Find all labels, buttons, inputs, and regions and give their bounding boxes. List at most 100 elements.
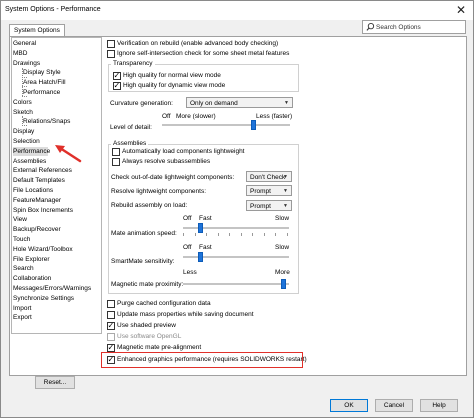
smartmate-right-label: Slow bbox=[275, 244, 290, 251]
nav-item[interactable]: Backup/Recover bbox=[13, 225, 61, 234]
check-out-of-date-value: Don't Check bbox=[250, 174, 286, 181]
window-title: System Options - Performance bbox=[5, 6, 101, 13]
resolve-lightweight-label: Resolve lightweight components: bbox=[111, 188, 207, 195]
ignore-self-intersection-label: Ignore self-intersection check for some … bbox=[117, 50, 290, 57]
nav-item[interactable]: General bbox=[13, 39, 36, 48]
rebuild-on-load-dropdown[interactable]: Prompt ▼ bbox=[246, 200, 292, 211]
chevron-down-icon: ▼ bbox=[283, 188, 288, 194]
nav-item[interactable]: Search bbox=[13, 264, 34, 273]
nav-item[interactable]: File Explorer bbox=[13, 255, 49, 264]
purge-cache-checkbox[interactable] bbox=[107, 300, 115, 308]
search-icon bbox=[366, 22, 375, 31]
verification-label: Verification on rebuild (enable advanced… bbox=[117, 40, 279, 47]
nav-item[interactable]: Touch bbox=[13, 235, 30, 244]
magnetic-right-label: More bbox=[275, 269, 290, 276]
nav-item[interactable]: Performance bbox=[23, 88, 60, 97]
nav-item[interactable]: Synchronize Settings bbox=[13, 294, 74, 303]
lod-slider-thumb[interactable] bbox=[250, 120, 256, 130]
nav-item[interactable]: File Locations bbox=[13, 186, 53, 195]
help-button[interactable]: Help bbox=[420, 399, 458, 412]
nav-item[interactable]: Spin Box Increments bbox=[13, 206, 73, 215]
software-opengl-checkbox[interactable] bbox=[107, 333, 115, 341]
chevron-down-icon: ▼ bbox=[283, 203, 288, 209]
nav-item[interactable]: Selection bbox=[13, 137, 40, 146]
nav-item[interactable]: MBD bbox=[13, 49, 27, 58]
lod-label: Level of detail: bbox=[110, 124, 152, 131]
nav-item[interactable]: Sketch bbox=[13, 108, 33, 117]
nav-item[interactable]: Relations/Snaps bbox=[23, 117, 70, 126]
smartmate-slider-thumb[interactable] bbox=[198, 252, 204, 262]
slider-tick bbox=[240, 233, 242, 236]
lod-max-label: Less (faster) bbox=[256, 113, 293, 120]
nav-item[interactable]: Drawings bbox=[13, 59, 40, 68]
chevron-down-icon: ▼ bbox=[283, 174, 288, 180]
nav-item[interactable]: FeatureManager bbox=[13, 196, 61, 205]
verification-checkbox[interactable] bbox=[107, 40, 115, 48]
reset-button[interactable]: Reset... bbox=[35, 376, 75, 389]
chevron-down-icon: ▼ bbox=[284, 100, 289, 106]
nav-item[interactable]: Performance bbox=[13, 146, 50, 156]
mate-anim-left-label: Off bbox=[183, 215, 192, 222]
slider-tick bbox=[206, 233, 207, 236]
rebuild-on-load-value: Prompt bbox=[250, 203, 271, 210]
nav-item[interactable]: View bbox=[13, 215, 27, 224]
always-resolve-label: Always resolve subassemblies bbox=[122, 158, 211, 165]
smartmate-label: SmartMate sensitivity: bbox=[111, 258, 175, 265]
resolve-lightweight-dropdown[interactable]: Prompt ▼ bbox=[246, 185, 292, 196]
nav-item[interactable]: Hole Wizard/Toolbox bbox=[13, 245, 73, 254]
nav-item[interactable]: Messages/Errors/Warnings bbox=[13, 284, 91, 293]
tab-system-options[interactable]: System Options bbox=[9, 24, 65, 36]
nav-item[interactable]: Display bbox=[13, 127, 34, 136]
nav-item[interactable]: Colors bbox=[13, 98, 32, 107]
lod-mid-label: More (slower) bbox=[176, 113, 216, 120]
check-out-of-date-label: Check out-of-date lightweight components… bbox=[111, 174, 235, 181]
nav-item[interactable]: Display Style bbox=[23, 68, 61, 77]
slider-tick bbox=[286, 233, 288, 236]
auto-load-lightweight-checkbox[interactable] bbox=[112, 148, 120, 156]
update-mass-label: Update mass properties while saving docu… bbox=[117, 311, 254, 318]
transparency-normal-checkbox[interactable] bbox=[113, 71, 121, 81]
magnetic-proximity-slider-track[interactable] bbox=[183, 283, 289, 285]
software-opengl-label: Use software OpenGL bbox=[117, 333, 182, 340]
curvature-dropdown[interactable]: Only on demand ▼ bbox=[186, 97, 293, 108]
mate-anim-mid-label: Fast bbox=[199, 215, 212, 222]
slider-tick bbox=[263, 233, 265, 236]
magnetic-left-label: Less bbox=[183, 269, 197, 276]
slider-tick bbox=[252, 233, 253, 236]
nav-item[interactable]: External References bbox=[13, 166, 72, 175]
shaded-preview-checkbox[interactable] bbox=[107, 321, 115, 331]
curvature-label: Curvature generation: bbox=[110, 100, 173, 107]
update-mass-checkbox[interactable] bbox=[107, 311, 115, 319]
nav-item[interactable]: Assemblies bbox=[13, 157, 46, 166]
close-icon[interactable]: ✕ bbox=[454, 3, 468, 17]
smartmate-mid-label: Fast bbox=[199, 244, 212, 251]
transparency-normal-label: High quality for normal view mode bbox=[123, 72, 221, 79]
ok-button[interactable]: OK bbox=[330, 399, 368, 412]
check-out-of-date-dropdown[interactable]: Don't Check ▼ bbox=[246, 171, 292, 182]
lod-min-label: Off bbox=[162, 113, 171, 120]
mate-animation-ticks bbox=[183, 233, 289, 236]
transparency-dynamic-checkbox[interactable] bbox=[113, 81, 121, 91]
search-placeholder: Search Options bbox=[376, 24, 421, 31]
mate-anim-right-label: Slow bbox=[275, 215, 290, 222]
lod-slider-track[interactable] bbox=[162, 124, 290, 126]
search-options-input[interactable]: Search Options bbox=[362, 20, 466, 34]
mate-animation-slider-thumb[interactable] bbox=[198, 223, 204, 233]
highlight-box bbox=[101, 352, 303, 368]
nav-item[interactable]: Default Templates bbox=[13, 176, 65, 185]
slider-tick bbox=[194, 233, 196, 236]
nav-item[interactable]: Area Hatch/Fill bbox=[23, 78, 66, 87]
cancel-button[interactable]: Cancel bbox=[375, 399, 413, 412]
shaded-preview-label: Use shaded preview bbox=[117, 322, 176, 329]
magnetic-prealign-checkbox[interactable] bbox=[107, 343, 115, 353]
nav-item[interactable]: Import bbox=[13, 304, 31, 313]
ignore-self-intersection-checkbox[interactable] bbox=[107, 50, 115, 58]
resolve-lightweight-value: Prompt bbox=[250, 188, 271, 195]
nav-item[interactable]: Collaboration bbox=[13, 274, 51, 283]
smartmate-left-label: Off bbox=[183, 244, 192, 251]
always-resolve-checkbox[interactable] bbox=[112, 158, 120, 166]
curvature-value: Only on demand bbox=[190, 100, 238, 107]
nav-item[interactable]: Export bbox=[13, 313, 32, 322]
title-bar: System Options - Performance ✕ bbox=[1, 1, 473, 20]
magnetic-proximity-slider-thumb[interactable] bbox=[280, 279, 286, 289]
